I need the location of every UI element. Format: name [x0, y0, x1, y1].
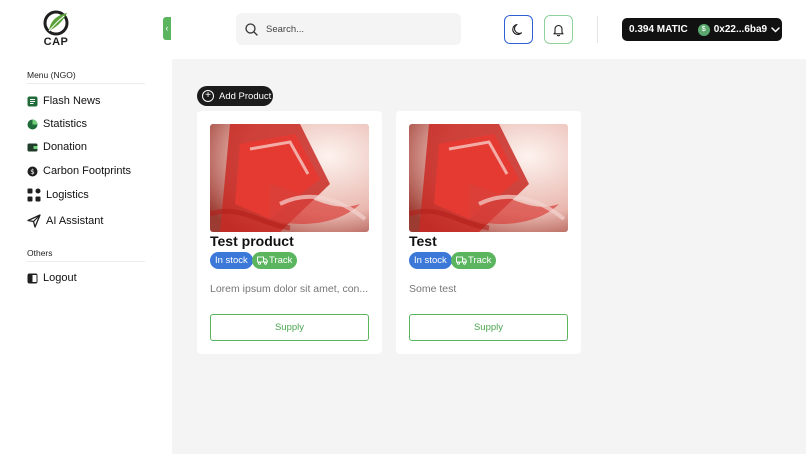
search-icon	[245, 22, 258, 36]
track-label: Track	[269, 255, 293, 266]
sidebar-item-logistics[interactable]: Logistics	[27, 187, 89, 203]
svg-text:$: $	[30, 168, 34, 176]
add-product-label: Add Product	[219, 90, 272, 102]
search-input[interactable]	[266, 23, 446, 35]
pie-chart-icon	[27, 119, 38, 130]
product-image[interactable]	[210, 124, 369, 232]
plus-circle-icon: +	[202, 90, 214, 102]
menu-divider	[27, 83, 145, 84]
truck-icon	[456, 256, 467, 265]
in-stock-badge: In stock	[210, 252, 253, 269]
sidebar-item-logout[interactable]: Logout	[27, 270, 77, 286]
sidebar: Menu (NGO) Flash News Statistics Donatio…	[0, 59, 172, 454]
sidebar-item-carbon-footprints[interactable]: $ Carbon Footprints	[27, 163, 131, 179]
others-section-title: Others	[27, 248, 53, 258]
sidebar-item-donation[interactable]: Donation	[27, 139, 87, 155]
grid-icon	[27, 188, 41, 202]
sidebar-item-label: AI Assistant	[46, 215, 104, 227]
bell-icon	[553, 24, 564, 36]
product-description: Lorem ipsum dolor sit amet, con...	[210, 283, 369, 295]
add-product-button[interactable]: + Add Product	[197, 86, 273, 106]
wallet-button[interactable]: 0.394 MATIC $ 0x22...6ba9	[622, 18, 782, 41]
truck-icon	[257, 256, 268, 265]
sidebar-item-label: Carbon Footprints	[43, 165, 132, 177]
news-icon	[27, 96, 38, 107]
sidebar-item-label: Logistics	[46, 189, 89, 201]
menu-section-title: Menu (NGO)	[27, 70, 76, 80]
send-icon	[27, 214, 41, 228]
product-title: Test	[409, 233, 437, 249]
theme-toggle-button[interactable]	[504, 15, 533, 44]
sidebar-item-label: Logout	[43, 272, 77, 284]
product-card: Test In stock Track Some test Supply	[396, 111, 581, 354]
moon-icon	[512, 23, 523, 35]
sidebar-item-ai-assistant[interactable]: AI Assistant	[27, 213, 103, 229]
supply-button[interactable]: Supply	[409, 314, 568, 341]
wallet-avatar-icon: $	[697, 23, 710, 36]
chevron-down-icon	[771, 26, 780, 33]
others-divider	[27, 261, 145, 262]
wallet-address: 0x22...6ba9	[713, 24, 768, 35]
blood-bag-image	[409, 124, 568, 232]
product-description: Some test	[409, 283, 457, 295]
dollar-icon: $	[27, 166, 38, 177]
leaf-logo-icon	[43, 10, 69, 36]
product-image[interactable]	[409, 124, 568, 232]
supply-button[interactable]: Supply	[210, 314, 369, 341]
sidebar-item-label: Statistics	[43, 118, 88, 130]
sidebar-item-statistics[interactable]: Statistics	[27, 116, 87, 132]
product-card: Test product In stock Track Lorem ipsum …	[197, 111, 382, 354]
wallet-icon	[27, 142, 38, 153]
logo-text: CAP	[43, 36, 69, 48]
header-divider	[597, 16, 598, 43]
track-button[interactable]: Track	[451, 252, 497, 269]
sidebar-collapse-button[interactable]: ‹	[163, 17, 171, 40]
notifications-button[interactable]	[544, 15, 573, 44]
app-logo[interactable]: CAP	[40, 9, 72, 49]
track-button[interactable]: Track	[252, 252, 298, 269]
sidebar-item-label: Donation	[43, 141, 88, 153]
top-header: CAP ‹ 0.394 MATIC $ 0x22...6ba9	[0, 0, 806, 59]
track-label: Track	[468, 255, 492, 266]
product-title: Test product	[210, 233, 294, 249]
logout-icon	[27, 273, 38, 284]
sidebar-item-flash-news[interactable]: Flash News	[27, 93, 100, 109]
sidebar-item-label: Flash News	[43, 95, 101, 107]
blood-bag-image	[210, 124, 369, 232]
wallet-balance: 0.394 MATIC	[629, 24, 688, 35]
search-bar[interactable]	[236, 13, 461, 45]
in-stock-badge: In stock	[409, 252, 452, 269]
